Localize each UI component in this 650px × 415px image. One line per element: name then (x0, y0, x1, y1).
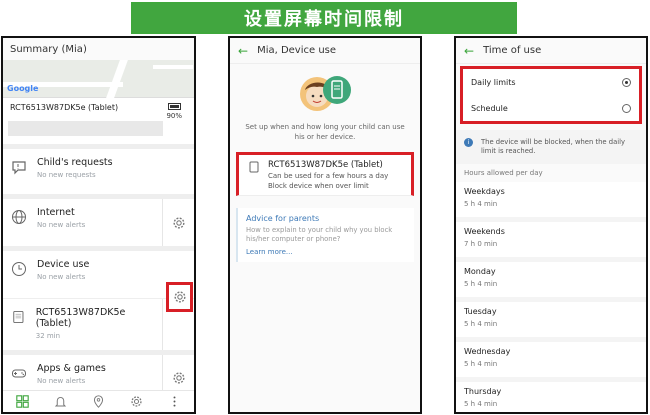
day-hours: 5 h 4 min (464, 280, 498, 288)
location-map[interactable]: Google (3, 60, 194, 98)
phone-device-use-screen: ← Mia, Device use Set up when and how lo… (228, 36, 422, 414)
advice-heading: Advice for parents (246, 214, 320, 223)
day-label: Weekdays (464, 187, 505, 196)
card-subtitle: No new alerts (37, 273, 86, 281)
banner-title: 设置屏幕时间限制 (133, 4, 515, 32)
card-childs-requests[interactable]: Child's requests No new requests (3, 144, 194, 194)
tablet-icon (249, 161, 259, 173)
battery-icon (167, 103, 181, 110)
dashboard-icon[interactable] (15, 395, 29, 409)
day-row-monday[interactable]: Monday 5 h 4 min (456, 262, 646, 302)
page-title: Mia, Device use (257, 45, 337, 56)
device-name: RCT6513W87DK5e (Tablet) (268, 160, 383, 170)
page-title: Time of use (483, 45, 542, 56)
day-row-tuesday[interactable]: Tuesday 5 h 4 min (456, 302, 646, 342)
title-banner: 设置屏幕时间限制 (131, 2, 517, 34)
clock-icon (12, 262, 26, 276)
option-schedule[interactable]: Schedule (463, 95, 639, 121)
device-limit-card[interactable]: RCT6513W87DK5e (Tablet) Can be used for … (236, 152, 414, 196)
internet-settings-button[interactable] (162, 199, 194, 246)
card-title: Internet (37, 207, 75, 218)
page-title: Summary (Mia) (10, 44, 87, 55)
card-subtitle: No new alerts (37, 221, 86, 229)
radio-selected[interactable] (622, 77, 631, 87)
back-arrow-icon[interactable]: ← (238, 44, 248, 58)
day-label: Weekends (464, 227, 505, 236)
phone-time-of-use-screen: ← Time of use Daily limits Schedule i Th… (454, 36, 648, 414)
day-label: Thursday (464, 387, 502, 396)
day-label: Tuesday (464, 307, 497, 316)
card-internet[interactable]: Internet No new alerts (3, 194, 194, 246)
card-subtitle: No new requests (37, 171, 96, 179)
card-title: Device use (37, 259, 90, 270)
google-logo: Google (7, 84, 39, 93)
card-subtitle: 32 min (35, 332, 61, 340)
day-hours: 7 h 0 min (464, 240, 498, 248)
bell-icon[interactable] (53, 395, 67, 409)
app-bar: ← Mia, Device use (230, 38, 420, 64)
card-title: RCT6513W87DK5e (Tablet) (35, 307, 126, 329)
day-hours: 5 h 4 min (464, 200, 498, 208)
location-icon[interactable] (91, 395, 105, 409)
radio-unselected[interactable] (622, 103, 631, 113)
card-title: Child's requests (37, 157, 113, 168)
day-row-thursday[interactable]: Thursday 5 h 4 min (456, 382, 646, 412)
device-limit-summary: Can be used for a few hours a day (268, 172, 389, 180)
device-name: RCT6513W87DK5e (Tablet) (10, 103, 119, 112)
day-label: Wednesday (464, 347, 511, 356)
info-note: i The device will be blocked, when the d… (456, 130, 646, 164)
gear-icon[interactable] (130, 395, 144, 409)
day-label: Monday (464, 267, 496, 276)
bottom-navigation (3, 390, 194, 412)
day-row-wednesday[interactable]: Wednesday 5 h 4 min (456, 342, 646, 382)
child-device-illustration (230, 70, 420, 118)
device-block-rule: Block device when over limit (268, 182, 369, 190)
device-status: RCT6513W87DK5e (Tablet) 90% (3, 98, 194, 144)
card-title: Apps & games (37, 363, 106, 374)
option-label: Schedule (471, 103, 508, 113)
day-row-weekdays[interactable]: Weekdays 5 h 4 min (456, 182, 646, 222)
info-icon: i (464, 138, 473, 147)
usage-bar (8, 121, 163, 136)
advice-card: Advice for parents How to explain to you… (236, 208, 414, 262)
gear-icon (172, 216, 185, 229)
back-arrow-icon[interactable]: ← (464, 44, 474, 58)
battery-level: 90% (166, 112, 182, 120)
app-bar: ← Time of use (456, 38, 646, 64)
device-use-gear-highlight[interactable] (166, 282, 193, 312)
option-daily-limits[interactable]: Daily limits (463, 69, 639, 95)
tablet-icon (13, 311, 24, 323)
intro-text: Set up when and how long your child can … (245, 123, 405, 141)
gear-icon (173, 291, 186, 303)
option-label: Daily limits (471, 77, 516, 87)
globe-icon (12, 210, 26, 224)
gear-icon (172, 371, 185, 384)
battery-indicator: 90% (166, 103, 182, 120)
learn-more-link[interactable]: Learn more... (246, 248, 406, 256)
phone-summary-screen: Summary (Mia) Google RCT6513W87DK5e (Tab… (1, 36, 196, 414)
chat-icon (12, 161, 26, 175)
more-icon[interactable] (168, 395, 182, 409)
info-text: The device will be blocked, when the dai… (481, 138, 626, 155)
card-subtitle: No new alerts (37, 377, 86, 385)
day-row-weekends[interactable]: Weekends 7 h 0 min (456, 222, 646, 262)
day-hours: 5 h 4 min (464, 400, 498, 408)
advice-text: How to explain to your child why you blo… (246, 226, 393, 243)
day-hours: 5 h 4 min (464, 320, 498, 328)
hours-section-heading: Hours allowed per day (464, 169, 543, 177)
gamepad-icon (12, 369, 26, 378)
day-hours: 5 h 4 min (464, 360, 498, 368)
limit-type-options: Daily limits Schedule (460, 66, 642, 124)
